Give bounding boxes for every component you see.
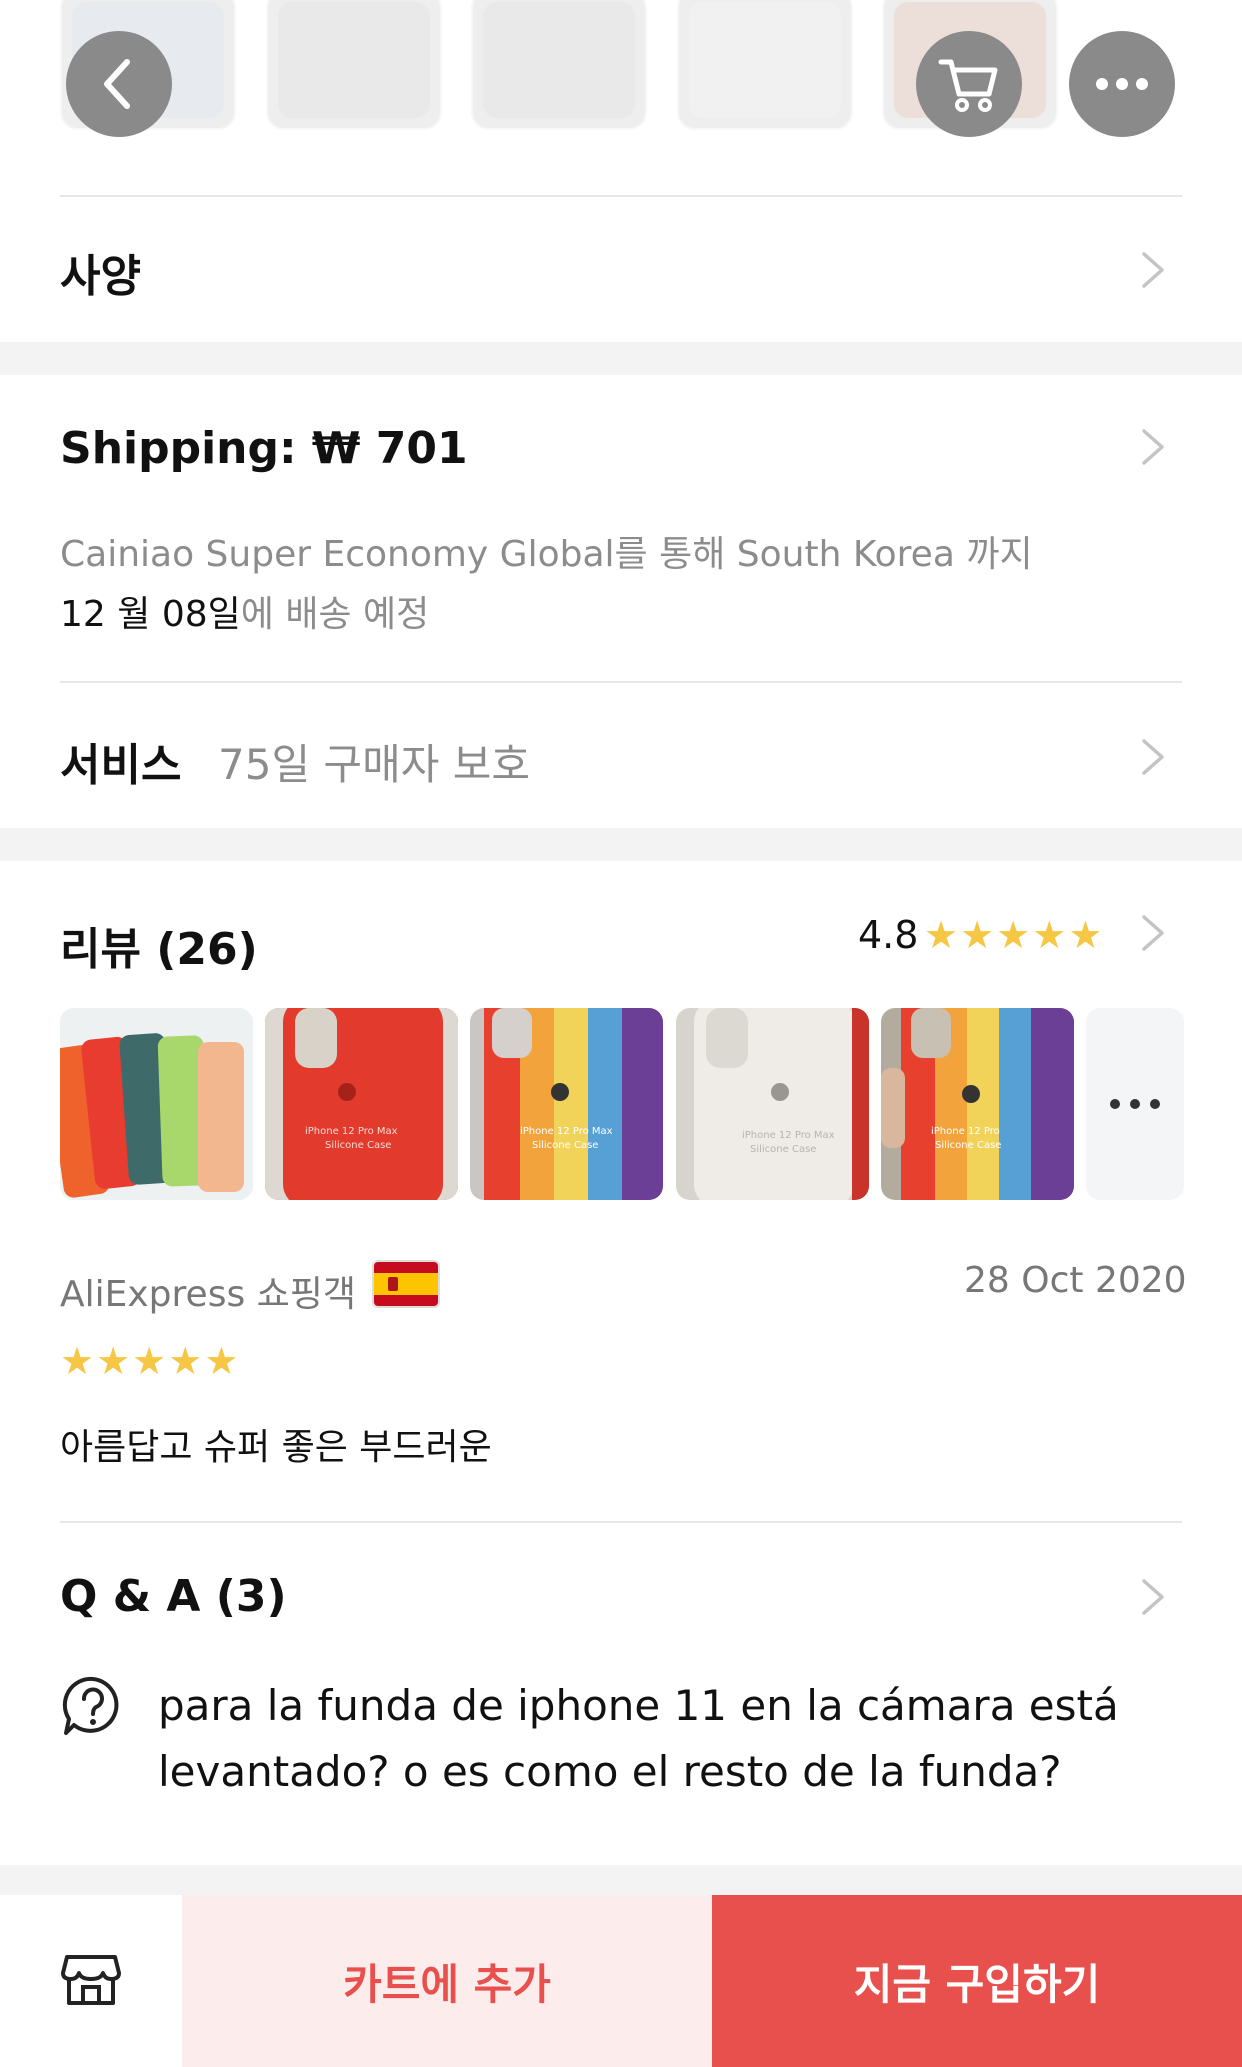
question-text: para la funda de iphone 11 en la cámara … xyxy=(158,1673,1119,1805)
more-button[interactable] xyxy=(1069,31,1175,137)
review-photo-caption: Silicone Case xyxy=(935,1140,1002,1151)
star-icon: ★ xyxy=(132,1339,167,1383)
star-icon: ★ xyxy=(60,1339,95,1383)
review-photo-caption: Silicone Case xyxy=(532,1140,599,1151)
add-to-cart-button[interactable]: 카트에 추가 xyxy=(182,1895,712,2067)
reviewer-name: AliExpress 쇼핑객 xyxy=(60,1274,357,1315)
divider xyxy=(60,195,1182,197)
chevron-right-icon xyxy=(1132,1577,1172,1617)
qa-title: Q & A (3) xyxy=(60,1571,287,1622)
buy-now-button[interactable]: 지금 구입하기 xyxy=(712,1895,1242,2067)
chevron-right-icon xyxy=(1132,737,1172,777)
chevron-right-icon xyxy=(1132,250,1172,290)
service-row[interactable]: 서비스 75일 구매자 보호 xyxy=(0,683,1242,826)
review-date: 28 Oct 2020 xyxy=(964,1260,1187,1301)
question-line: para la funda de iphone 11 en la cámara … xyxy=(158,1681,1119,1730)
review-photo[interactable]: iPhone 12 Pro Max Silicone Case xyxy=(470,1008,663,1200)
review-photo-caption: iPhone 12 Pro xyxy=(931,1126,1000,1137)
bottom-action-bar: 카트에 추가 지금 구입하기 xyxy=(0,1895,1242,2067)
review-photo[interactable]: iPhone 12 Pro Silicone Case xyxy=(881,1008,1074,1200)
section-gap xyxy=(0,828,1242,861)
question-icon xyxy=(60,1673,126,1739)
star-icon: ★ xyxy=(96,1339,131,1383)
section-gap xyxy=(0,342,1242,375)
store-button[interactable] xyxy=(0,1895,182,2067)
review-photo-caption: Silicone Case xyxy=(750,1144,817,1155)
chevron-right-icon[interactable] xyxy=(1132,913,1172,953)
review-photo-caption: Silicone Case xyxy=(325,1140,392,1151)
more-horizontal-icon xyxy=(1094,76,1150,92)
shipping-method: Cainiao Super Economy Global를 통해 South K… xyxy=(60,534,1033,575)
star-icon: ★ xyxy=(204,1339,239,1383)
shipping-section[interactable]: Shipping: ₩ 701 Cainiao Super Economy Gl… xyxy=(0,375,1242,680)
more-horizontal-icon xyxy=(1109,1095,1161,1114)
delivery-suffix: 에 배송 예정 xyxy=(240,594,430,635)
chevron-left-icon xyxy=(97,56,141,112)
shipping-title: Shipping: ₩ 701 xyxy=(60,423,468,474)
review-photo[interactable]: iPhone 12 Pro Max Silicone Case xyxy=(265,1008,458,1200)
reviews-rating: 4.8 xyxy=(858,913,919,957)
more-photos-button[interactable] xyxy=(1086,1008,1184,1200)
cart-button[interactable] xyxy=(916,31,1022,137)
review-text: 아름답고 슈퍼 좋은 부드러운 xyxy=(60,1427,492,1468)
review-photo[interactable] xyxy=(60,1008,253,1200)
service-value: 75일 구매자 보호 xyxy=(218,740,530,789)
reviews-title[interactable]: 리뷰 (26) xyxy=(60,913,258,977)
star-icon: ★ xyxy=(168,1339,203,1383)
chevron-right-icon xyxy=(1132,427,1172,467)
review-stars: ★ ★ ★ ★ ★ xyxy=(60,1342,238,1380)
delivery-date: 12 월 08일 xyxy=(60,594,241,635)
rating-stars: ★ ★ ★ ★ ★ xyxy=(924,916,1102,954)
cart-icon xyxy=(937,54,1001,114)
spec-label: 사양 xyxy=(60,251,141,302)
back-button[interactable] xyxy=(66,31,172,137)
review-photo-caption: iPhone 12 Pro Max xyxy=(305,1126,398,1137)
star-icon: ★ xyxy=(1032,913,1067,957)
qa-section[interactable]: Q & A (3) para la funda de iphone 11 en … xyxy=(0,1523,1242,1863)
store-icon xyxy=(61,1949,121,2013)
question-line: levantado? o es como el resto de la fund… xyxy=(158,1747,1062,1796)
star-icon: ★ xyxy=(960,913,995,957)
star-icon: ★ xyxy=(996,913,1031,957)
spain-flag-icon xyxy=(372,1260,440,1308)
star-icon: ★ xyxy=(924,913,959,957)
spec-row[interactable]: 사양 xyxy=(0,198,1242,340)
star-icon: ★ xyxy=(1068,913,1103,957)
review-photo-caption: iPhone 12 Pro Max xyxy=(520,1126,613,1137)
section-gap xyxy=(0,1865,1242,1895)
image-fade xyxy=(0,0,1242,150)
service-label: 서비스 xyxy=(60,740,182,791)
delivery-estimate: 12 월 08일에 배송 예정 xyxy=(60,585,429,637)
review-photo[interactable]: iPhone 12 Pro Max Silicone Case xyxy=(676,1008,869,1200)
review-photo-caption: iPhone 12 Pro Max xyxy=(742,1130,835,1141)
